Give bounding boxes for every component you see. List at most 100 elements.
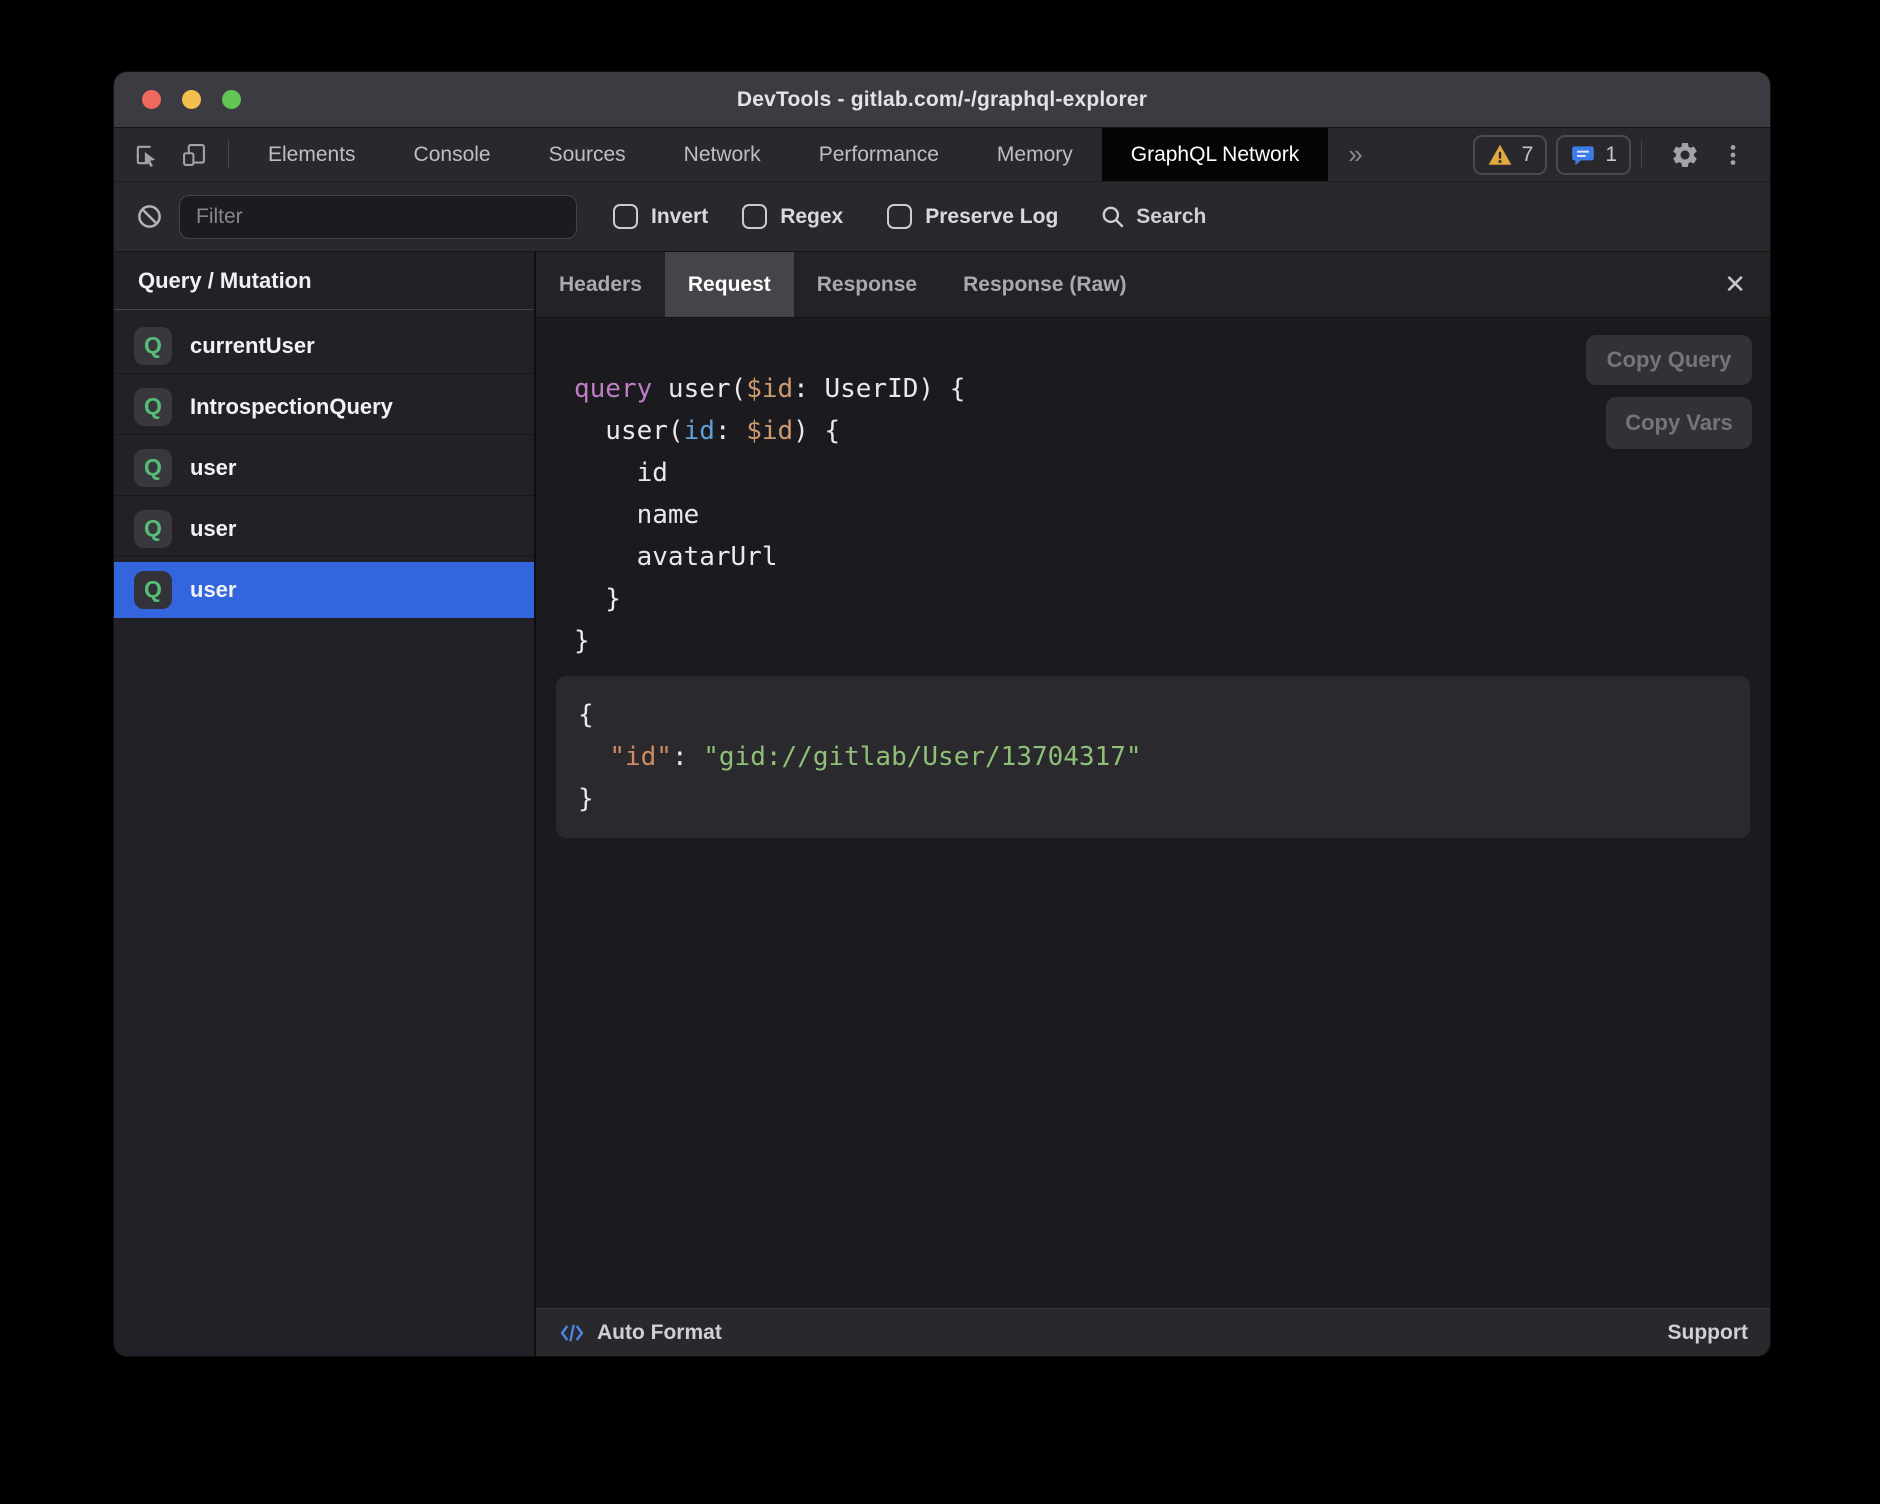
code-token: id	[684, 416, 715, 446]
preserve-log-checkbox[interactable]	[887, 204, 912, 229]
query-item-label: currentUser	[190, 333, 315, 359]
issues-warning-badge[interactable]: 7	[1473, 135, 1548, 175]
tab-sources[interactable]: Sources	[520, 128, 655, 181]
query-type-badge: Q	[134, 510, 172, 548]
auto-format-label: Auto Format	[597, 1321, 722, 1345]
inspect-element-button[interactable]	[114, 128, 170, 181]
code-token: }	[578, 784, 594, 814]
filter-input[interactable]	[179, 195, 577, 239]
query-type-badge: Q	[134, 388, 172, 426]
gear-icon	[1670, 140, 1700, 170]
detail-tab-headers[interactable]: Headers	[536, 252, 665, 317]
code-token: :	[672, 742, 703, 772]
auto-format-button[interactable]: Auto Format	[558, 1319, 722, 1347]
tab-memory[interactable]: Memory	[968, 128, 1102, 181]
code-token: avatarUrl	[574, 542, 778, 572]
query-item-label: user	[190, 455, 236, 481]
three-dots-icon	[1720, 140, 1746, 170]
devtools-toolbar: ElementsConsoleSourcesNetworkPerformance…	[114, 128, 1770, 182]
code-token: {	[578, 700, 594, 730]
toolbar-separator	[228, 140, 229, 169]
code-line: name	[574, 494, 1750, 536]
copy-vars-button[interactable]: Copy Vars	[1606, 397, 1752, 449]
title-bar: DevTools - gitlab.com/-/graphql-explorer	[114, 72, 1770, 128]
detail-tab-response[interactable]: Response	[794, 252, 940, 317]
code-token: : UserID) {	[793, 374, 965, 404]
tab-elements[interactable]: Elements	[239, 128, 385, 181]
inspect-cursor-icon	[132, 141, 160, 169]
minimize-window-button[interactable]	[182, 90, 201, 109]
detail-tab-request[interactable]: Request	[665, 252, 794, 317]
filter-bar: Invert Regex Preserve Log Search	[114, 182, 1770, 252]
message-count: 1	[1605, 143, 1617, 167]
query-list-item[interactable]: Quser	[114, 440, 534, 496]
settings-button[interactable]	[1652, 140, 1710, 170]
code-token: user(	[668, 374, 746, 404]
code-token: "gid://gitlab/User/13704317"	[703, 742, 1141, 772]
code-token: query	[574, 374, 668, 404]
message-bubble-icon	[1570, 142, 1596, 168]
toolbar-separator-2	[1641, 140, 1642, 169]
query-type-badge: Q	[134, 449, 172, 487]
query-list: QcurrentUserQIntrospectionQueryQuserQuse…	[114, 310, 534, 623]
variables-block: { "id": "gid://gitlab/User/13704317"}	[556, 676, 1750, 838]
tab-graphql-network[interactable]: GraphQL Network	[1102, 128, 1328, 181]
code-token: }	[574, 584, 621, 614]
warning-count: 7	[1522, 143, 1534, 167]
close-window-button[interactable]	[142, 90, 161, 109]
regex-label: Regex	[780, 205, 843, 229]
close-detail-button[interactable]: ✕	[1700, 252, 1770, 317]
tab-performance[interactable]: Performance	[790, 128, 968, 181]
query-list-item[interactable]: QIntrospectionQuery	[114, 379, 534, 435]
preserve-log-label: Preserve Log	[925, 205, 1058, 229]
clear-filter-button[interactable]	[136, 203, 163, 230]
code-line: {	[578, 694, 1728, 736]
query-code-block: query user($id: UserID) { user(id: $id) …	[574, 368, 1750, 662]
copy-query-button[interactable]: Copy Query	[1586, 335, 1752, 385]
devtools-window: DevTools - gitlab.com/-/graphql-explorer…	[114, 72, 1770, 1356]
tab-network[interactable]: Network	[655, 128, 790, 181]
invert-checkbox-group: Invert	[613, 204, 708, 229]
detail-tab-response-raw[interactable]: Response (Raw)	[940, 252, 1149, 317]
regex-checkbox[interactable]	[742, 204, 767, 229]
query-type-badge: Q	[134, 327, 172, 365]
query-item-label: user	[190, 516, 236, 542]
preserve-log-checkbox-group: Preserve Log	[887, 204, 1058, 229]
code-line: user(id: $id) {	[574, 410, 1750, 452]
invert-checkbox[interactable]	[613, 204, 638, 229]
code-token: }	[574, 626, 590, 656]
code-line: }	[578, 778, 1728, 820]
warning-icon	[1487, 142, 1513, 168]
support-link[interactable]: Support	[1668, 1321, 1748, 1345]
query-item-label: user	[190, 577, 236, 603]
ban-icon	[136, 203, 163, 230]
device-toolbar-icon	[180, 141, 208, 169]
customize-menu-button[interactable]	[1710, 140, 1756, 170]
tab-console[interactable]: Console	[385, 128, 520, 181]
code-token	[578, 742, 609, 772]
code-line: avatarUrl	[574, 536, 1750, 578]
window-title: DevTools - gitlab.com/-/graphql-explorer	[737, 88, 1147, 112]
more-tabs-button[interactable]: »	[1328, 128, 1382, 181]
code-line: }	[574, 578, 1750, 620]
code-brackets-icon	[558, 1319, 586, 1347]
invert-label: Invert	[651, 205, 708, 229]
toggle-device-toolbar-button[interactable]	[170, 128, 218, 181]
query-list-item[interactable]: Quser	[114, 562, 534, 618]
copy-buttons: Copy Query Copy Vars	[1586, 335, 1752, 449]
code-token: ) {	[793, 416, 840, 446]
code-line: id	[574, 452, 1750, 494]
issues-message-badge[interactable]: 1	[1556, 135, 1631, 175]
search-control[interactable]: Search	[1100, 204, 1206, 230]
code-token: id	[574, 458, 668, 488]
code-token: $id	[746, 374, 793, 404]
code-token: user(	[574, 416, 684, 446]
code-token: name	[574, 500, 699, 530]
query-list-item[interactable]: Quser	[114, 501, 534, 557]
query-sidebar: Query / Mutation QcurrentUserQIntrospect…	[114, 252, 534, 1356]
detail-tab-strip: HeadersRequestResponseResponse (Raw) ✕	[536, 252, 1770, 318]
zoom-window-button[interactable]	[222, 90, 241, 109]
detail-footer: Auto Format Support	[536, 1308, 1770, 1356]
query-type-badge: Q	[134, 571, 172, 609]
query-list-item[interactable]: QcurrentUser	[114, 318, 534, 374]
